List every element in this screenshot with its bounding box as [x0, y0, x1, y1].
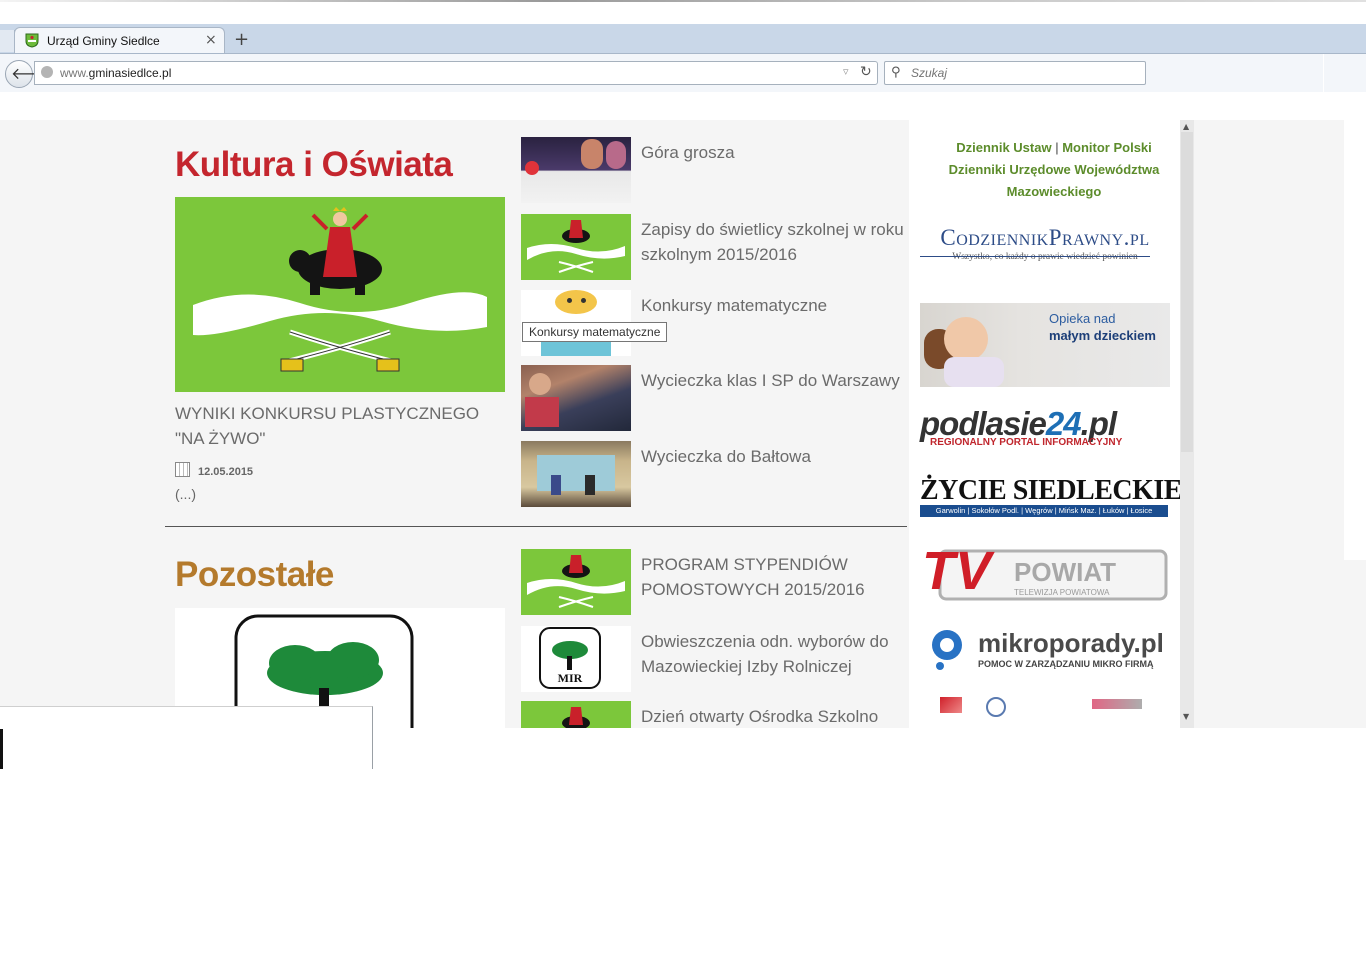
hero-headline-link[interactable]: WYNIKI KONKURSU PLASTYCZNEGO "NA ŻYWO" [175, 401, 510, 451]
calendar-icon [175, 462, 190, 477]
hero-date: 12.05.2015 [175, 462, 253, 478]
magnifier-icon: ⚲ [891, 65, 901, 80]
news-thumbnail[interactable] [521, 365, 631, 431]
svg-text:MIR: MIR [558, 671, 583, 685]
new-tab-button[interactable]: + [234, 29, 249, 50]
section-title-kultura[interactable]: Kultura i Oświata [175, 145, 453, 185]
opieka-line2: małym dzieckiem [1049, 328, 1156, 343]
scroll-down-icon[interactable]: ▼ [1183, 712, 1189, 721]
svg-text:POWIAT: POWIAT [1014, 557, 1116, 587]
svg-text:TV: TV [922, 541, 995, 601]
scrollbar-thumb[interactable] [1181, 132, 1193, 452]
favicon-crest-icon [25, 33, 39, 48]
page-content: Kultura i Oświata WYNIKI KONKURSU PLASTY… [0, 120, 1366, 728]
partner-logos-strip[interactable] [920, 695, 1170, 725]
tab-close-icon[interactable]: × [205, 32, 217, 48]
scroll-up-icon[interactable]: ▲ [1183, 122, 1189, 131]
mikroporady-logo: mikroporady.pl [978, 628, 1164, 658]
news-thumbnail[interactable] [521, 441, 631, 507]
news-title-link[interactable]: Obwieszczenia odn. wyborów do Mazowiecki… [641, 629, 906, 679]
zycie-towns: Garwolin | Sokołów Podl. | Węgrów | Mińs… [920, 505, 1168, 517]
podlasie-tagline: REGIONALNY PORTAL INFORMACYJNY [930, 437, 1123, 448]
reload-icon[interactable]: ↻ [860, 64, 872, 80]
hover-tooltip: Konkursy matematyczne [522, 322, 668, 342]
hero-image-gmina-flag[interactable] [175, 197, 505, 392]
site-identity-icon[interactable] [41, 66, 53, 78]
banner-codziennik-prawny[interactable]: CodziennikPrawny.pl Wszystko, co każdy o… [920, 225, 1170, 275]
link-dziennik-ustaw[interactable]: Dziennik Ustaw [956, 140, 1051, 155]
legal-links: Dziennik Ustaw | Monitor Polski Dziennik… [929, 137, 1179, 203]
news-thumbnail[interactable] [521, 549, 631, 615]
news-thumbnail[interactable] [521, 214, 631, 280]
link-dzienniki-urzedowe[interactable]: Dzienniki Urzędowe Województwa Mazowieck… [949, 162, 1160, 199]
news-thumbnail[interactable]: MIR [521, 626, 631, 692]
zycie-logo: ŻYCIE SIEDLECKIE [920, 475, 1182, 506]
news-thumbnail[interactable] [521, 137, 631, 203]
codziennik-underline [920, 256, 1150, 257]
tab-scroll-left[interactable] [0, 30, 15, 52]
section-divider [165, 526, 907, 527]
gmina-flag-image [175, 197, 505, 392]
news-title-link[interactable]: Konkursy matematyczne [641, 293, 906, 318]
codziennik-tagline: Wszystko, co każdy o prawie wiedzieć pow… [952, 252, 1138, 262]
section-title-pozostale[interactable]: Pozostałe [175, 555, 334, 595]
news-title-link[interactable]: Wycieczka do Bałtowa [641, 444, 906, 469]
page-scrollbar[interactable]: ▲ ▼ [1180, 120, 1194, 728]
banner-opieka-nad-dzieckiem[interactable]: Opieka nad małym dzieckiem [920, 303, 1170, 387]
opieka-line1: Opieka nad [1049, 311, 1116, 326]
navigation-bar: 🡐 www.gminasiedlce.pl ▿ ↻ ⚲ [0, 54, 1366, 92]
banner-zycie-siedleckie[interactable]: ŻYCIE SIEDLECKIE Garwolin | Sokołów Podl… [920, 475, 1182, 517]
browser-tab-active[interactable]: Urząd Gminy Siedlce × [14, 27, 225, 53]
banner-podlasie24[interactable]: podlasie24.pl REGIONALNY PORTAL INFORMAC… [920, 405, 1170, 453]
svg-text:TELEWIZJA POWIATOWA: TELEWIZJA POWIATOWA [1014, 588, 1110, 597]
banner-mikroporady[interactable]: mikroporady.pl POMOC W ZARZĄDZANIU MIKRO… [920, 628, 1170, 676]
toolbar-overflow-area [1323, 54, 1366, 92]
address-bar[interactable]: www.gminasiedlce.pl ▿ ↻ [34, 61, 878, 85]
window-top-strip [0, 0, 1366, 24]
link-separator: | [1055, 140, 1059, 155]
search-bar[interactable]: ⚲ [884, 61, 1146, 85]
right-edge-panel [1344, 120, 1366, 560]
news-title-link[interactable]: Wycieczka klas I SP do Warszawy [641, 368, 906, 393]
news-title-link[interactable]: Dzień otwarty Ośrodka Szkolno [641, 704, 906, 728]
news-title-link[interactable]: PROGRAM STYPENDIÓW POMOSTOWYCH 2015/2016 [641, 552, 906, 602]
news-thumbnail[interactable] [521, 701, 631, 728]
tab-title: Urząd Gminy Siedlce [47, 34, 160, 48]
codziennik-logo: CodziennikPrawny.pl [940, 225, 1150, 250]
banner-tv-powiat[interactable]: TV POWIAT TELEWIZJA POWIATOWA [920, 533, 1170, 613]
news-title-link[interactable]: Góra grosza [641, 140, 906, 165]
tab-bar: Urząd Gminy Siedlce × + [0, 24, 1366, 54]
search-input[interactable] [909, 64, 1138, 82]
tv-powiat-logo: TV POWIAT TELEWIZJA POWIATOWA [922, 541, 1168, 601]
address-url[interactable]: www.gminasiedlce.pl [60, 66, 171, 80]
hero-read-more-link[interactable]: (...) [175, 486, 196, 502]
back-button[interactable]: 🡐 [5, 60, 54, 88]
news-title-link[interactable]: Zapisy do świetlicy szkolnej w roku szko… [641, 217, 906, 267]
link-monitor-polski[interactable]: Monitor Polski [1062, 140, 1152, 155]
url-history-dropdown-icon[interactable]: ▿ [843, 65, 849, 78]
mikroporady-tagline: POMOC W ZARZĄDZANIU MIKRO FIRMĄ [978, 659, 1154, 669]
status-popup [0, 706, 373, 769]
sidebar: Dziennik Ustaw | Monitor Polski Dziennik… [909, 120, 1182, 728]
